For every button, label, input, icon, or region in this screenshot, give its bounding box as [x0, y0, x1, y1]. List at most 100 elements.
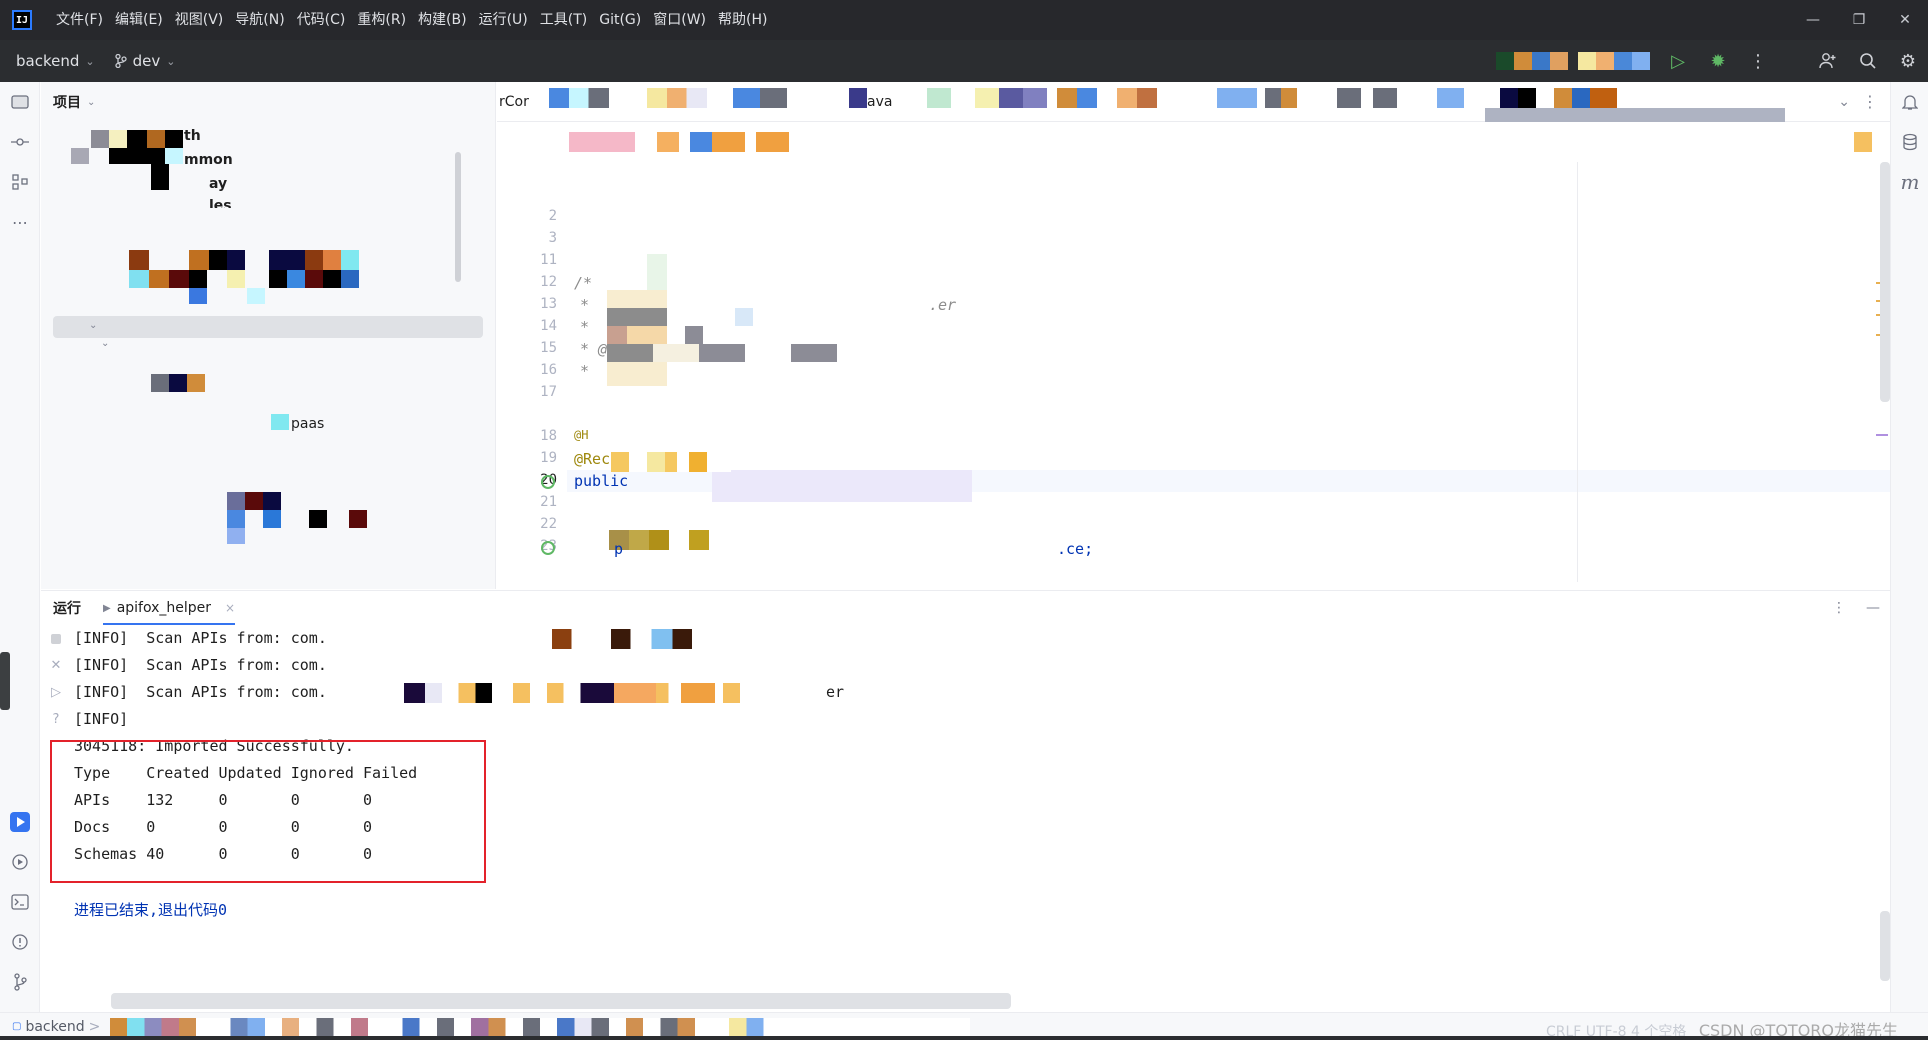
menu-tools[interactable]: 工具(T) — [534, 0, 593, 40]
code-comment: .er — [929, 296, 957, 314]
services-icon[interactable] — [0, 842, 40, 882]
more-actions-icon[interactable]: ⋮ — [1738, 40, 1778, 82]
editor-tab-bar: rCor ava ⌄ ⋮ — [497, 82, 1890, 122]
help-icon[interactable]: ? — [41, 706, 71, 733]
chevron-down-icon: ⌄ — [87, 96, 96, 108]
redacted-breadcrumb — [110, 1018, 970, 1036]
code-comment: /* — [574, 274, 593, 292]
terminal-glyph — [11, 894, 29, 910]
run-icon[interactable]: ▷ — [1658, 40, 1698, 82]
add-user-icon[interactable] — [1808, 40, 1848, 82]
tree-item-fragment[interactable]: ay — [209, 176, 227, 192]
main-menu: 文件(F) 编辑(E) 视图(V) 导航(N) 代码(C) 重构(R) 构建(B… — [50, 0, 773, 40]
menu-git[interactable]: Git(G) — [593, 0, 647, 40]
menu-navigate[interactable]: 导航(N) — [229, 0, 290, 40]
redacted-block — [323, 270, 341, 288]
tree-scrollbar[interactable] — [455, 152, 461, 282]
maven-icon[interactable]: m — [1891, 162, 1928, 202]
chevron-down-icon[interactable]: ⌄ — [89, 320, 101, 332]
run-more-icon[interactable]: ⋮ — [1832, 600, 1846, 616]
breadcrumb-project[interactable]: backend — [25, 1019, 84, 1035]
menu-code[interactable]: 代码(C) — [291, 0, 352, 40]
minimize-panel-icon[interactable]: — — [1866, 600, 1880, 616]
spring-bean-gutter-icon[interactable] — [541, 475, 555, 489]
terminal-icon[interactable] — [0, 882, 40, 922]
settings-icon[interactable]: ⚙ — [1888, 40, 1928, 82]
line-number: 18 — [540, 428, 557, 444]
redacted-block — [227, 510, 245, 528]
tabs-dropdown-icon[interactable]: ⌄ — [1838, 94, 1850, 110]
line-number: 19 — [540, 450, 557, 466]
redacted-block — [271, 414, 289, 430]
line-number: 14 — [540, 318, 557, 334]
stop-icon[interactable] — [41, 625, 71, 652]
line-number: 2 — [548, 208, 557, 224]
line-number: 15 — [540, 340, 557, 356]
editor-scrollbar[interactable] — [1880, 162, 1890, 402]
more-tools-icon[interactable]: ⋯ — [0, 202, 40, 242]
console-scrollbar[interactable] — [1880, 911, 1890, 981]
run-tool-icon[interactable] — [0, 802, 40, 842]
redacted-block — [1854, 132, 1872, 152]
editor-more-icon[interactable]: ⋮ — [1862, 92, 1878, 111]
minimize-window-button[interactable]: — — [1790, 0, 1836, 40]
redacted-block — [227, 492, 245, 510]
tree-item-fragment[interactable]: paas — [291, 416, 324, 432]
chevron-down-icon[interactable]: ⌄ — [101, 338, 113, 350]
redacted-block — [627, 326, 667, 344]
intellij-logo-icon[interactable]: IJ — [12, 10, 32, 30]
project-switcher[interactable]: backend ⌄ — [12, 52, 99, 70]
search-icon[interactable] — [1848, 40, 1888, 82]
menu-edit[interactable]: 编辑(E) — [109, 0, 169, 40]
editor-tab-fragment[interactable]: rCor — [499, 94, 529, 110]
menu-help[interactable]: 帮助(H) — [712, 0, 773, 40]
redacted-block — [263, 510, 281, 528]
window-controls: — ❐ ✕ — [1790, 0, 1928, 40]
redacted-block — [685, 326, 703, 344]
notifications-icon[interactable] — [1891, 82, 1928, 122]
redacted-block — [647, 254, 667, 290]
info-mark[interactable] — [1876, 434, 1888, 436]
redacted-block — [165, 130, 183, 148]
code-annotation: @Rec — [574, 450, 611, 468]
tree-item-fragment[interactable]: th — [184, 128, 201, 144]
commit-icon[interactable] — [0, 122, 40, 162]
add-user-glyph — [1819, 53, 1836, 69]
menu-view[interactable]: 视图(V) — [169, 0, 230, 40]
code-keyword: p — [614, 540, 624, 558]
menu-file[interactable]: 文件(F) — [50, 0, 109, 40]
menu-refactor[interactable]: 重构(R) — [351, 0, 412, 40]
database-glyph — [1903, 133, 1917, 151]
project-tool-button[interactable] — [0, 82, 40, 122]
close-icon[interactable]: ✕ — [41, 652, 71, 679]
project-panel-header[interactable]: 项目 ⌄ — [41, 82, 495, 122]
tree-item-fragment[interactable]: les — [209, 198, 232, 208]
drag-handle[interactable] — [0, 652, 10, 710]
debug-icon[interactable]: ✹ — [1698, 40, 1738, 82]
redacted-block — [109, 148, 165, 164]
console-line: [INFO] — [74, 710, 129, 728]
git-icon[interactable] — [0, 962, 40, 1002]
redacted-run-config[interactable] — [1496, 52, 1650, 70]
problems-glyph — [12, 934, 28, 950]
branch-switcher[interactable]: dev ⌄ — [111, 52, 180, 70]
menu-build[interactable]: 构建(B) — [412, 0, 473, 40]
rerun-icon[interactable]: ▷ — [41, 679, 71, 706]
menu-window[interactable]: 窗口(W) — [647, 0, 712, 40]
redacted-block — [309, 510, 327, 528]
console-horizontal-scrollbar[interactable] — [111, 993, 1011, 1009]
tree-item-fragment[interactable]: mmon — [184, 152, 233, 168]
spring-bean-gutter-icon[interactable] — [541, 541, 555, 555]
redacted-block — [109, 130, 127, 148]
run-tab-apifox-helper[interactable]: ▶ apifox_helper × — [103, 591, 236, 625]
problems-icon[interactable] — [0, 922, 40, 962]
line-number: 11 — [540, 252, 557, 268]
close-window-button[interactable]: ✕ — [1882, 0, 1928, 40]
restore-window-button[interactable]: ❐ — [1836, 0, 1882, 40]
menu-run[interactable]: 运行(U) — [473, 0, 534, 40]
editor-tab-fragment[interactable]: ava — [867, 94, 892, 110]
close-tab-icon[interactable]: × — [225, 601, 235, 615]
selected-tree-row[interactable] — [53, 316, 483, 338]
database-icon[interactable] — [1891, 122, 1928, 162]
structure-icon[interactable] — [0, 162, 40, 202]
